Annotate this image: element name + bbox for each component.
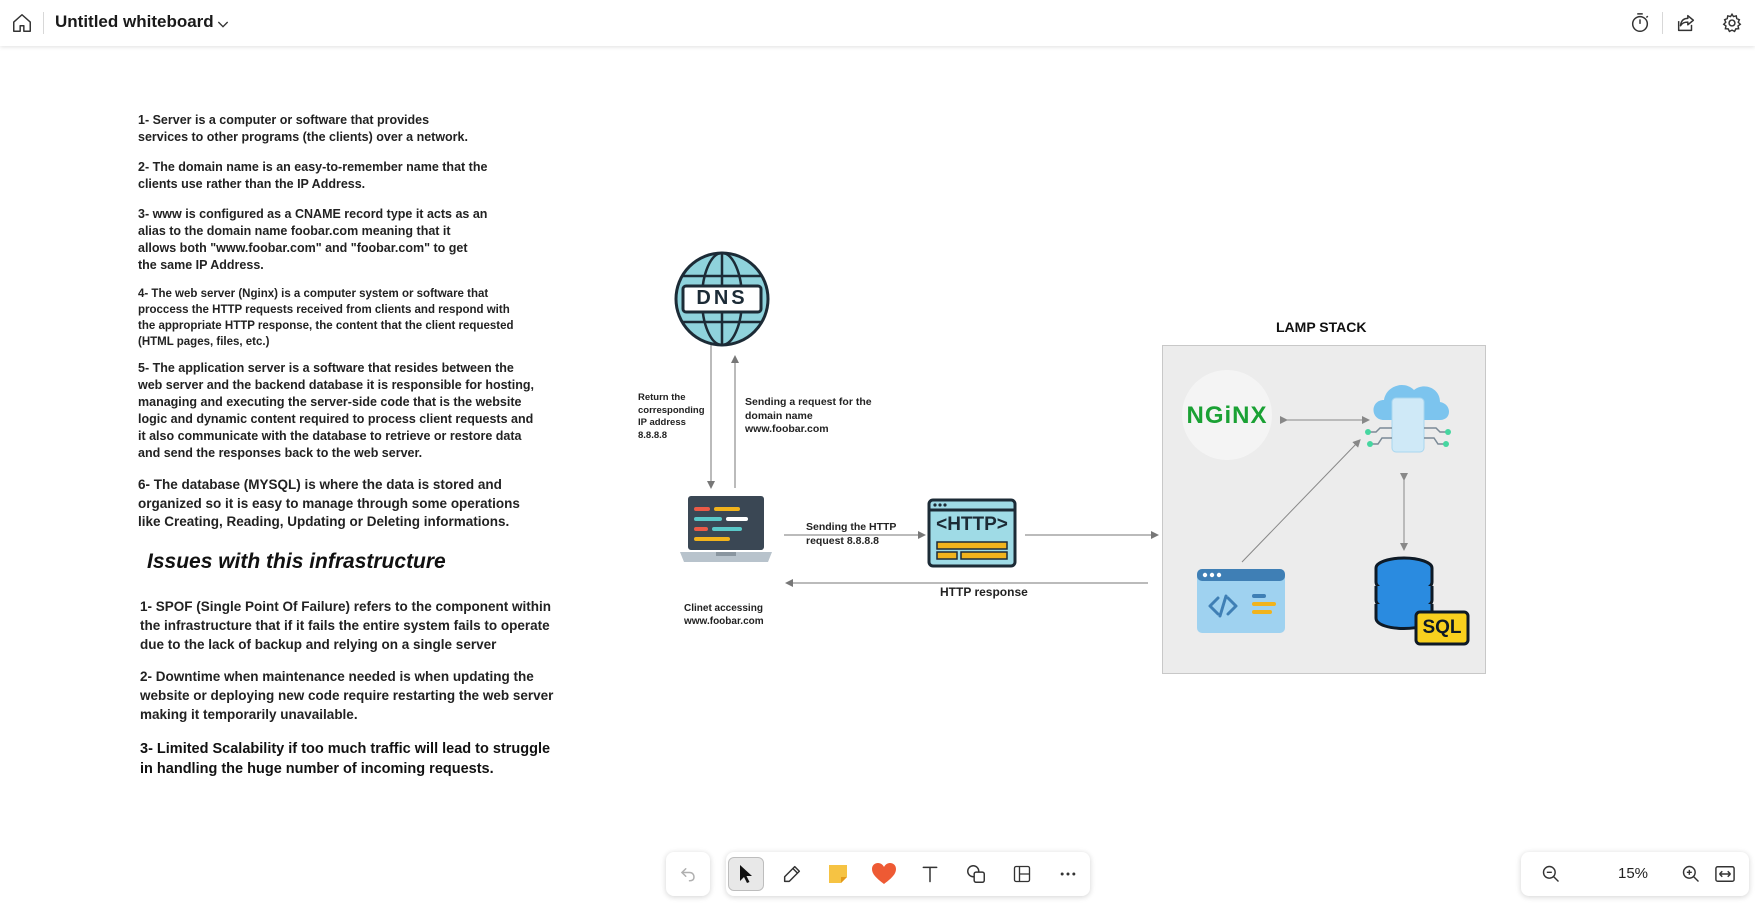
home-icon[interactable]: [8, 9, 36, 37]
templates-icon: [1013, 865, 1031, 883]
code-window-icon[interactable]: [1196, 568, 1286, 634]
arrow-code-app: [1241, 439, 1361, 563]
top-toolbar: Untitled whiteboard: [0, 0, 1755, 46]
sql-label: SQL: [1422, 617, 1462, 638]
zoom-in-button[interactable]: [1673, 857, 1709, 891]
divider: [1662, 12, 1663, 34]
zoom-out-icon: [1542, 865, 1560, 883]
more-icon: [1060, 872, 1076, 876]
chevron-down-icon[interactable]: [212, 13, 234, 35]
lamp-connectors: [1241, 416, 1408, 563]
shapes-icon: [967, 865, 985, 883]
sticky-note-button[interactable]: [820, 857, 856, 891]
fit-screen-icon: [1715, 866, 1735, 882]
heart-icon: [872, 863, 896, 884]
sticky-note-icon: [829, 865, 847, 883]
select-tool-button[interactable]: [728, 857, 764, 891]
whiteboard-title[interactable]: Untitled whiteboard: [55, 12, 214, 32]
sql-database-icon[interactable]: SQL: [1372, 554, 1472, 654]
divider: [43, 12, 44, 34]
zoom-controls: 15%: [1521, 852, 1749, 896]
share-icon[interactable]: [1672, 9, 1700, 37]
text-icon: [922, 866, 938, 883]
zoom-out-button[interactable]: [1533, 857, 1569, 891]
gear-icon[interactable]: [1718, 9, 1746, 37]
cloud-server-icon[interactable]: [1360, 372, 1456, 468]
fit-to-screen-button[interactable]: [1707, 857, 1743, 891]
pen-icon: [783, 865, 801, 883]
more-tools-button[interactable]: [1050, 857, 1086, 891]
nginx-logo[interactable]: NGiNX: [1182, 370, 1272, 460]
timer-icon[interactable]: [1626, 9, 1654, 37]
cursor-icon: [740, 865, 752, 883]
zoom-in-icon: [1682, 865, 1700, 883]
reaction-button[interactable]: [866, 857, 902, 891]
undo-button[interactable]: [666, 852, 710, 896]
zoom-level: 15%: [1617, 865, 1649, 882]
nginx-label: NGiNX: [1186, 402, 1268, 429]
drawing-toolbar: [726, 852, 1090, 896]
text-tool-button[interactable]: [912, 857, 948, 891]
templates-button[interactable]: [1004, 857, 1040, 891]
shapes-tool-button[interactable]: [958, 857, 994, 891]
pen-tool-button[interactable]: [774, 857, 810, 891]
